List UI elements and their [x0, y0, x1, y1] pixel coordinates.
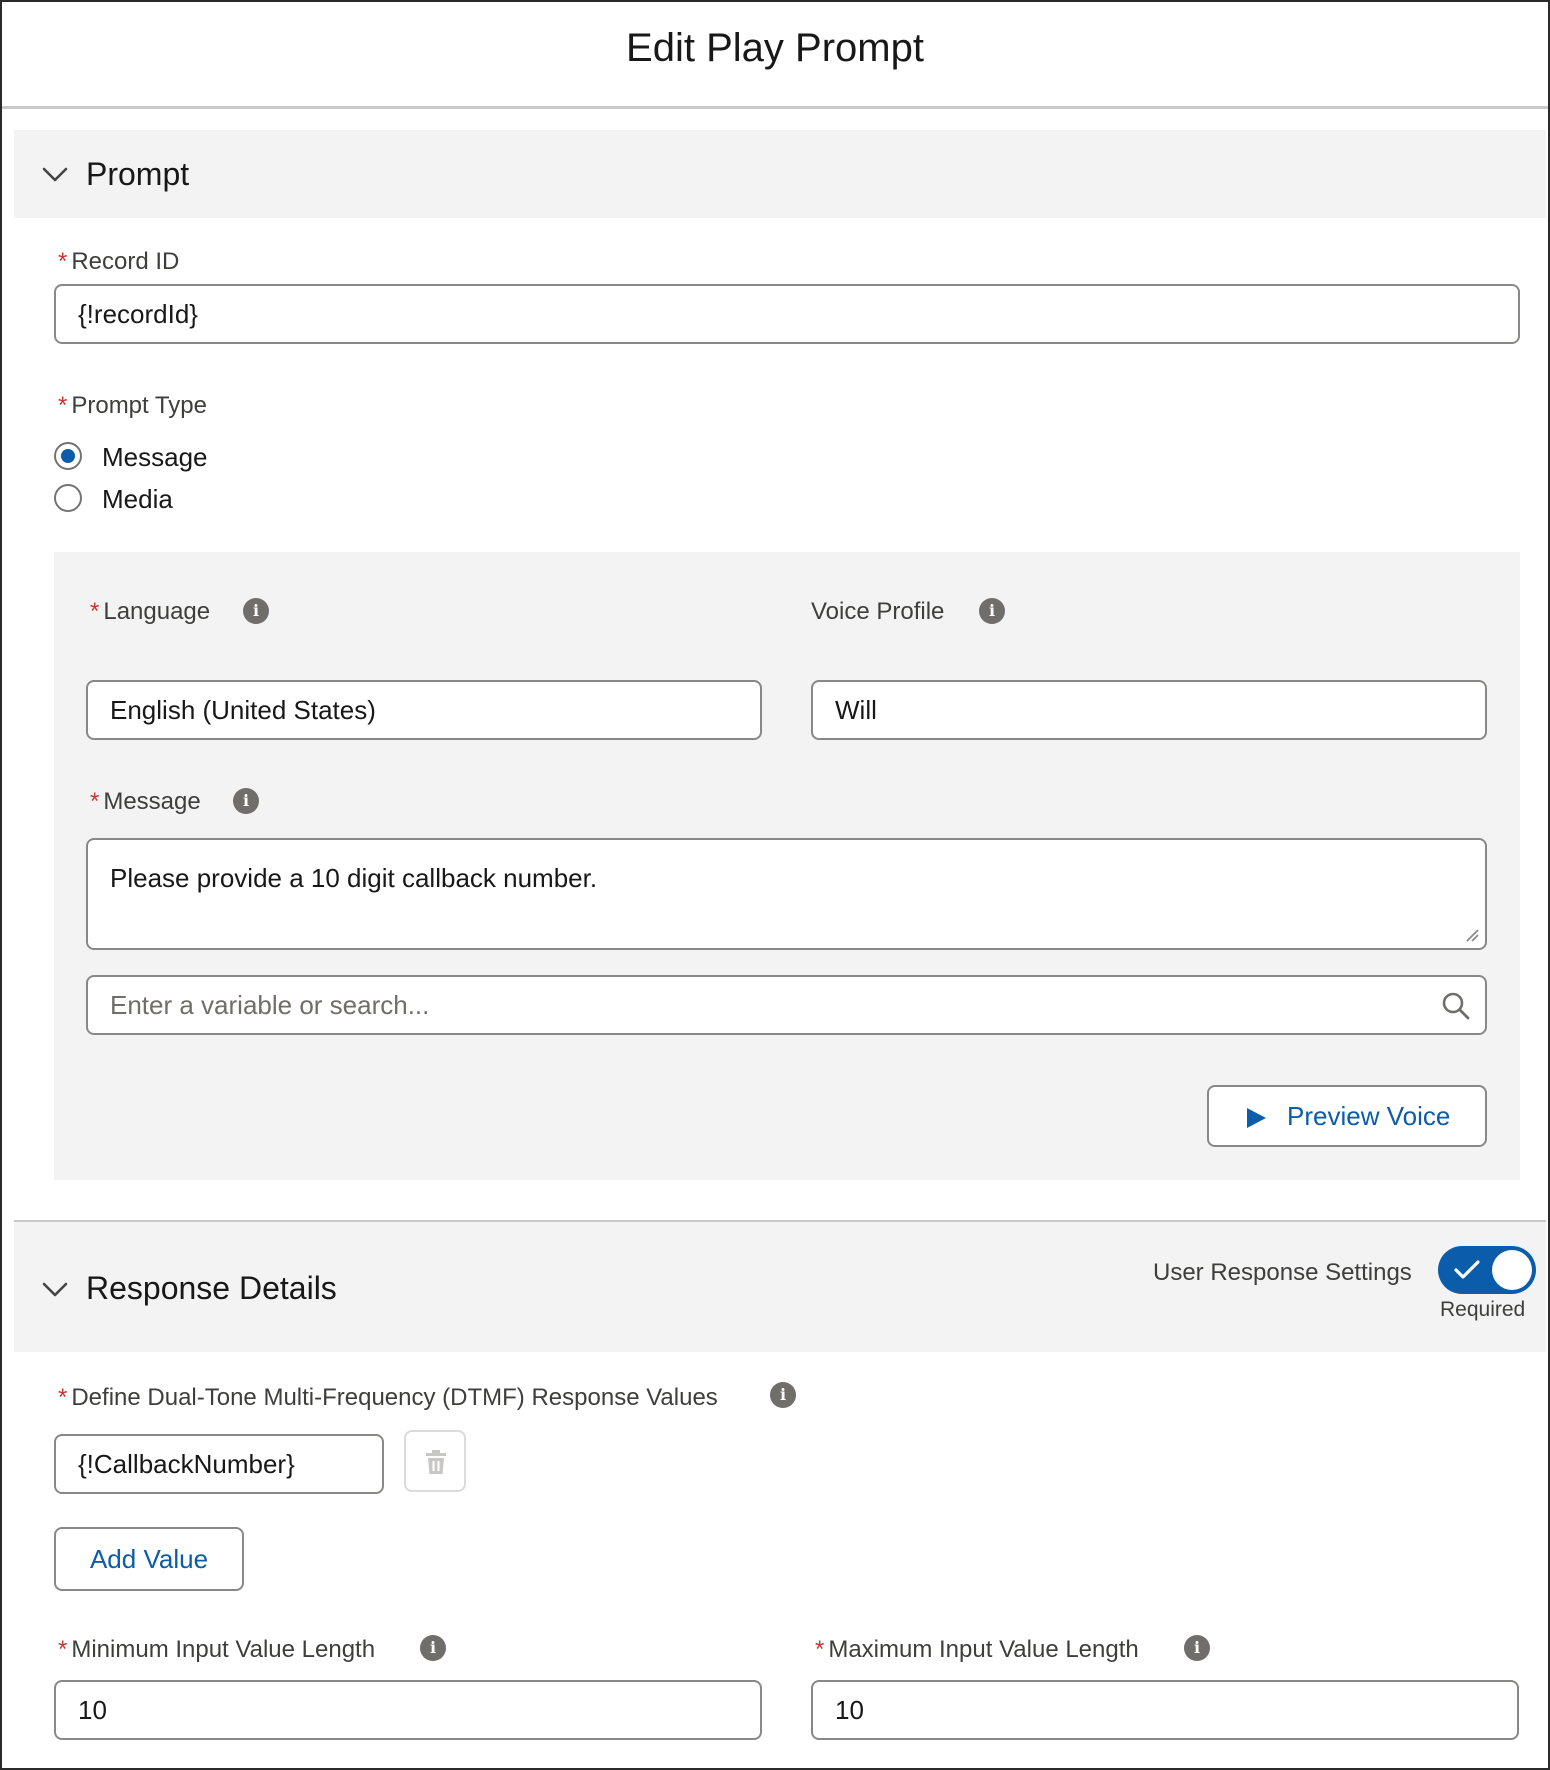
message-label: * Message	[90, 788, 201, 815]
radio-media-label[interactable]: Media	[102, 484, 173, 515]
section-header-response-details[interactable]: Response Details	[14, 1222, 1546, 1352]
user-response-toggle[interactable]	[1438, 1246, 1536, 1294]
section-header-prompt[interactable]: Prompt	[14, 130, 1546, 218]
record-id-input[interactable]: {!recordId}	[54, 284, 1520, 344]
resize-handle-icon[interactable]	[1465, 928, 1479, 942]
variable-search-placeholder: Enter a variable or search...	[110, 990, 430, 1020]
message-textarea[interactable]: Please provide a 10 digit callback numbe…	[86, 838, 1487, 950]
info-icon[interactable]: i	[233, 788, 259, 814]
play-icon	[1247, 1108, 1266, 1128]
min-length-input[interactable]: 10	[54, 1680, 762, 1740]
prompt-type-label: * Prompt Type	[58, 392, 207, 419]
voice-profile-label: Voice Profile	[811, 598, 945, 625]
required-marker: *	[815, 1636, 825, 1663]
message-text: Please provide a 10 digit callback numbe…	[110, 863, 598, 893]
required-marker: *	[58, 1636, 68, 1663]
voice-profile-select[interactable]: Will	[811, 680, 1487, 740]
max-length-label: * Maximum Input Value Length	[815, 1636, 1139, 1663]
modal-title: Edit Play Prompt	[626, 26, 924, 70]
preview-voice-button[interactable]: Preview Voice	[1207, 1085, 1487, 1147]
section-title-prompt: Prompt	[86, 156, 190, 192]
radio-message-label[interactable]: Message	[102, 442, 208, 473]
info-icon[interactable]: i	[243, 598, 269, 624]
info-icon[interactable]: i	[420, 1635, 446, 1661]
required-marker: *	[58, 248, 68, 275]
required-marker: *	[58, 392, 68, 419]
info-icon[interactable]: i	[979, 598, 1005, 624]
language-label: * Language	[90, 598, 211, 625]
preview-voice-label: Preview Voice	[1287, 1101, 1451, 1131]
dtmf-value-input[interactable]: {!CallbackNumber}	[54, 1434, 384, 1494]
required-marker: *	[90, 598, 100, 625]
add-value-button[interactable]: Add Value	[54, 1527, 244, 1591]
chevron-down-icon[interactable]	[40, 159, 70, 189]
toggle-state-label: Required	[1440, 1298, 1526, 1321]
min-length-label: * Minimum Input Value Length	[58, 1636, 376, 1663]
search-icon[interactable]	[1441, 991, 1471, 1021]
variable-search-input[interactable]: Enter a variable or search...	[86, 975, 1487, 1035]
section-title-response-details: Response Details	[86, 1270, 337, 1306]
chevron-down-icon[interactable]	[40, 1274, 70, 1304]
required-marker: *	[58, 1384, 68, 1411]
user-response-settings-label: User Response Settings	[1153, 1259, 1412, 1286]
max-length-input[interactable]: 10	[811, 1680, 1519, 1740]
modal-header: Edit Play Prompt	[2, 2, 1548, 109]
radio-media[interactable]	[54, 484, 82, 512]
dtmf-label: * Define Dual-Tone Multi-Frequency (DTMF)…	[58, 1384, 718, 1411]
required-marker: *	[90, 788, 100, 815]
radio-message[interactable]	[54, 442, 82, 470]
toggle-knob	[1492, 1250, 1532, 1290]
language-select[interactable]: English (United States)	[86, 680, 762, 740]
check-icon	[1454, 1260, 1480, 1279]
info-icon[interactable]: i	[1184, 1635, 1210, 1661]
record-id-label: * Record ID	[58, 248, 180, 275]
info-icon[interactable]: i	[770, 1382, 796, 1408]
delete-value-button[interactable]	[404, 1430, 466, 1492]
trash-icon	[426, 1450, 446, 1474]
